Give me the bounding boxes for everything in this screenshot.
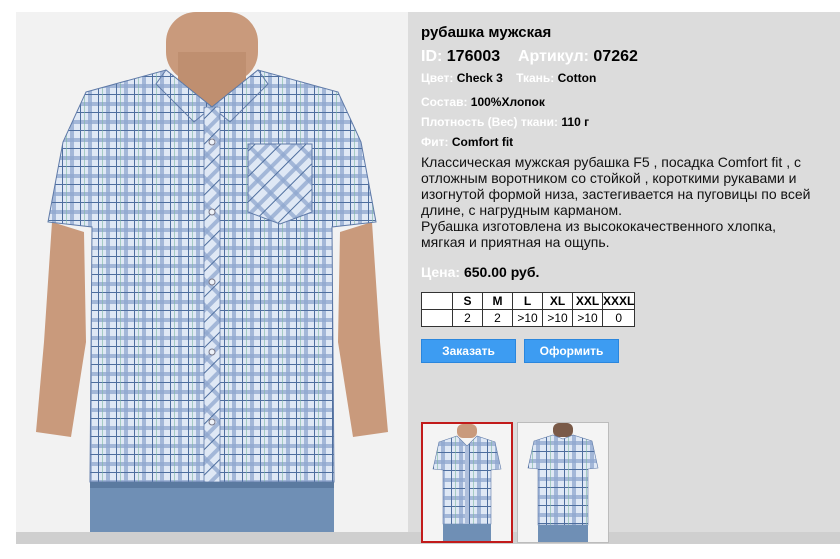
density-value: 110 г [561,115,590,129]
composition-value: 100%Хлопок [470,95,545,109]
main-product-photo [16,12,408,532]
product-info: рубашка мужская ID: 176003 Артикул: 0726… [421,24,821,363]
order-button[interactable]: Заказать [421,339,516,363]
product-ids: ID: 176003 Артикул: 07262 [421,48,821,66]
price-row: Цена: 650.00 руб. [421,264,821,280]
id-label: ID: [421,48,443,65]
product-description: Классическая мужская рубашка F5 , посадк… [421,154,821,250]
id-value: 176003 [446,48,501,65]
thumbnail-front[interactable] [421,422,513,543]
description-line-2: Рубашка изготовлена из высококачественно… [421,218,776,250]
size-header-s: S [452,292,483,310]
size-qty-s[interactable]: 2 [452,309,483,327]
color-fabric-row: Цвет: Check 3 Ткань: Cotton [421,70,821,86]
size-header-blank [421,292,453,310]
size-qty-xxl[interactable]: >10 [572,309,603,327]
size-qty-m[interactable]: 2 [482,309,513,327]
action-buttons: Заказать Оформить [421,339,821,363]
composition-label: Состав: [421,95,468,109]
density-row: Плотность (Вес) ткани: 110 г [421,114,821,130]
fit-value: Comfort fit [451,135,514,149]
size-qty-xl[interactable]: >10 [542,309,573,327]
size-table: S M L XL XXL XXXL 2 2 >10 >10 >10 0 [421,292,636,327]
fit-label: Фит: [421,135,449,149]
size-qty-row: 2 2 >10 >10 >10 0 [421,309,636,327]
color-value: Check 3 [456,71,503,85]
size-header-xxl: XXL [572,292,603,310]
size-header-l: L [512,292,543,310]
description-line-1: Классическая мужская рубашка F5 , посадк… [421,154,811,218]
size-header-m: M [482,292,513,310]
size-header-xxxl: XXXL [601,292,636,310]
product-title: рубашка мужская [421,24,552,41]
size-qty-blank [421,309,453,327]
checkout-button[interactable]: Оформить [524,339,619,363]
composition-row: Состав: 100%Хлопок [421,94,821,110]
fabric-value: Cotton [557,71,597,85]
color-label: Цвет: [421,71,454,85]
size-header-xl: XL [542,292,573,310]
fabric-label: Ткань: [516,71,555,85]
density-label: Плотность (Вес) ткани: [421,115,559,129]
article-value: 07262 [593,48,638,65]
price-value: 650.00 руб. [463,264,540,280]
fit-row: Фит: Comfort fit [421,134,821,150]
size-qty-xxxl[interactable]: 0 [601,309,636,327]
size-header-row: S M L XL XXL XXXL [421,292,636,310]
size-qty-l[interactable]: >10 [512,309,543,327]
price-label: Цена: [421,264,461,280]
thumbnail-back[interactable] [517,422,609,543]
article-label: Артикул: [517,48,589,65]
